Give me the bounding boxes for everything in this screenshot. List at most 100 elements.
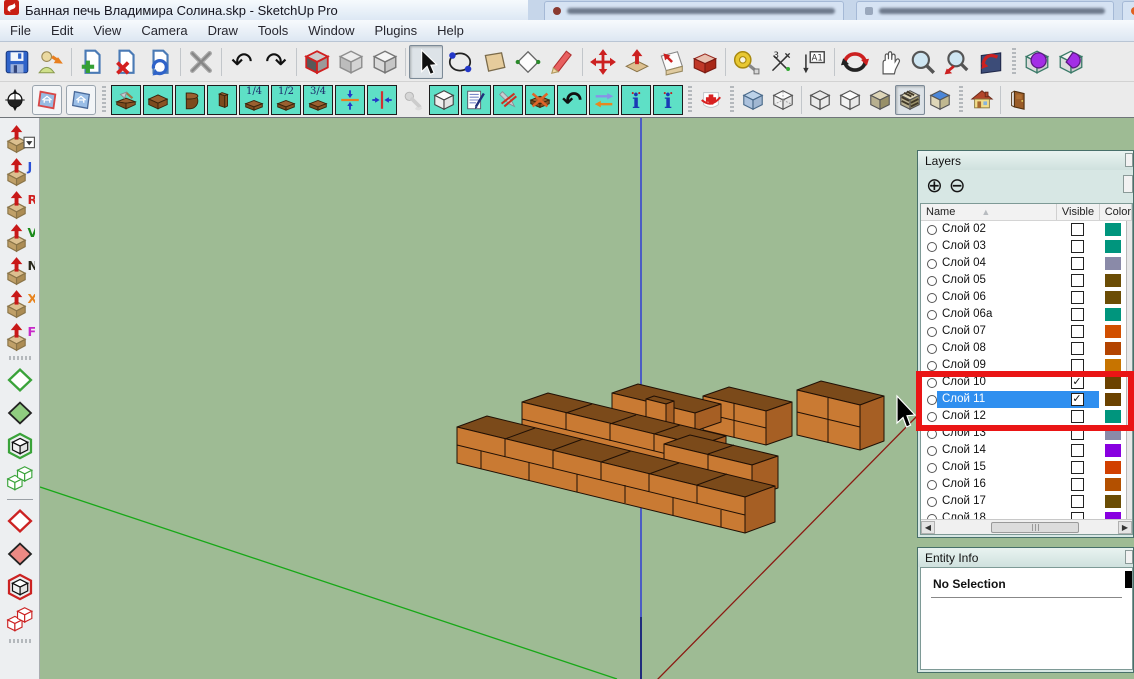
layer-radio[interactable] xyxy=(927,242,937,252)
scroll-right-icon[interactable]: ▶ xyxy=(1118,521,1132,534)
layer-row[interactable]: Слой 08 xyxy=(921,340,1132,357)
tape-measure-tool-button[interactable] xyxy=(729,45,763,79)
info-i2-button[interactable]: i xyxy=(653,85,683,115)
rotate-tool-button[interactable] xyxy=(654,45,688,79)
layer-color-swatch[interactable] xyxy=(1105,444,1121,457)
scroll-left-icon[interactable]: ◀ xyxy=(921,521,935,534)
layer-row[interactable]: Слой 06 xyxy=(921,289,1132,306)
layer-row[interactable]: Слой 14 xyxy=(921,442,1132,459)
move-tool-button[interactable] xyxy=(586,45,620,79)
select-button[interactable] xyxy=(409,45,443,79)
undo-black-button[interactable]: ↶ xyxy=(557,85,587,115)
layer-row[interactable]: Слой 15 xyxy=(921,459,1132,476)
pin-disabled-button[interactable] xyxy=(398,85,428,115)
layer-radio[interactable] xyxy=(927,259,937,269)
axe-brick-button[interactable] xyxy=(111,85,141,115)
brick-cross-button[interactable] xyxy=(525,85,555,115)
box-red-button[interactable] xyxy=(300,45,334,79)
cubes-green-button[interactable] xyxy=(4,462,36,495)
redo-button[interactable]: ↷ xyxy=(259,45,293,79)
menu-edit[interactable]: Edit xyxy=(41,20,83,42)
brick-fraction-button[interactable]: 3/4 xyxy=(303,85,333,115)
cube-wireframe-button[interactable] xyxy=(805,85,835,115)
diamond-fill-red-button[interactable] xyxy=(4,537,36,570)
layer-row[interactable]: Слой 07 xyxy=(921,323,1132,340)
xray-sphere-b-button[interactable] xyxy=(1054,45,1088,79)
layers-panel-title-bar[interactable]: Layers xyxy=(918,151,1133,170)
polygon-tool-button[interactable] xyxy=(511,45,545,79)
panel-detail-button[interactable] xyxy=(1125,153,1133,167)
menu-plugins[interactable]: Plugins xyxy=(365,20,428,42)
page-refresh-button[interactable] xyxy=(143,45,177,79)
circle-tool-button[interactable] xyxy=(443,45,477,79)
zoom-extents-button[interactable] xyxy=(940,45,974,79)
pushpull-j-button[interactable]: J xyxy=(4,155,36,188)
layer-radio[interactable] xyxy=(927,463,937,473)
brick-upright-button[interactable] xyxy=(207,85,237,115)
box-standard-button[interactable] xyxy=(368,45,402,79)
pushpull-n-button[interactable]: N xyxy=(4,254,36,287)
height-arrows-button[interactable] xyxy=(335,85,365,115)
layer-row[interactable]: Слой 03 xyxy=(921,238,1132,255)
cube-monochrome-button[interactable] xyxy=(925,85,955,115)
layer-radio[interactable] xyxy=(927,225,937,235)
layer-color-swatch[interactable] xyxy=(1105,325,1121,338)
cube-hex-red-button[interactable] xyxy=(4,570,36,603)
layer-color-swatch[interactable] xyxy=(1105,495,1121,508)
layer-visible-checkbox[interactable] xyxy=(1071,291,1084,304)
layer-row[interactable]: Слой 02 xyxy=(921,221,1132,238)
layer-row[interactable]: Слой 16 xyxy=(921,476,1132,493)
layer-visible-checkbox[interactable] xyxy=(1071,240,1084,253)
layer-color-swatch[interactable] xyxy=(1105,308,1121,321)
menu-tools[interactable]: Tools xyxy=(248,20,298,42)
cube-hidden-line-button[interactable] xyxy=(835,85,865,115)
vertical-scrollbar[interactable] xyxy=(1126,221,1132,519)
axes-tool-button[interactable]: 3 xyxy=(763,45,797,79)
pushpull-v-button[interactable]: V xyxy=(4,221,36,254)
save-button[interactable] xyxy=(0,45,34,79)
brick-fraction-button[interactable]: 1/4 xyxy=(239,85,269,115)
layer-color-swatch[interactable] xyxy=(1105,478,1121,491)
cube-textured-button[interactable] xyxy=(895,85,925,115)
layer-visible-checkbox[interactable] xyxy=(1071,444,1084,457)
layer-row[interactable]: Слой 04 xyxy=(921,255,1132,272)
delete-layer-button[interactable]: ⊖ xyxy=(949,176,966,196)
cube-shaded-button[interactable] xyxy=(865,85,895,115)
layer-visible-checkbox[interactable] xyxy=(1071,461,1084,474)
column-header-color[interactable]: Color xyxy=(1100,204,1132,220)
layer-radio[interactable] xyxy=(927,480,937,490)
pan-tool-button[interactable] xyxy=(872,45,906,79)
layer-color-swatch[interactable] xyxy=(1105,342,1121,355)
menu-help[interactable]: Help xyxy=(427,20,474,42)
xray-sphere-a-button[interactable] xyxy=(1020,45,1054,79)
layer-color-swatch[interactable] xyxy=(1105,291,1121,304)
menu-draw[interactable]: Draw xyxy=(198,20,248,42)
layer-radio[interactable] xyxy=(927,361,937,371)
door-button[interactable] xyxy=(1004,85,1034,115)
info-i-button[interactable]: i xyxy=(621,85,651,115)
delete-x-button[interactable] xyxy=(184,45,218,79)
column-header-visible[interactable]: Visible xyxy=(1057,204,1100,220)
layer-visible-checkbox[interactable] xyxy=(1071,257,1084,270)
column-header-name[interactable]: Name▲ xyxy=(921,204,1057,220)
section-display-button[interactable] xyxy=(66,85,96,115)
horizontal-scrollbar[interactable]: ◀ ▶ xyxy=(921,519,1132,534)
layer-color-swatch[interactable] xyxy=(1105,461,1121,474)
layer-color-swatch[interactable] xyxy=(1105,240,1121,253)
brick-fraction-button[interactable]: 1/2 xyxy=(271,85,301,115)
cube-back-edges-button[interactable] xyxy=(768,85,798,115)
layer-visible-checkbox[interactable] xyxy=(1071,223,1084,236)
layer-color-swatch[interactable] xyxy=(1105,257,1121,270)
menu-window[interactable]: Window xyxy=(298,20,364,42)
previous-view-button[interactable] xyxy=(974,45,1008,79)
user-export-button[interactable] xyxy=(34,45,68,79)
layer-radio[interactable] xyxy=(927,446,937,456)
layer-visible-checkbox[interactable] xyxy=(1071,342,1084,355)
layer-row[interactable]: Слой 17 xyxy=(921,493,1132,510)
pushpull-dropdown-button[interactable] xyxy=(4,122,36,155)
box-gray-button[interactable] xyxy=(334,45,368,79)
menu-view[interactable]: View xyxy=(83,20,131,42)
pushpull-x-button[interactable]: X xyxy=(4,287,36,320)
layer-radio[interactable] xyxy=(927,276,937,286)
first-aid-button[interactable] xyxy=(696,85,726,115)
